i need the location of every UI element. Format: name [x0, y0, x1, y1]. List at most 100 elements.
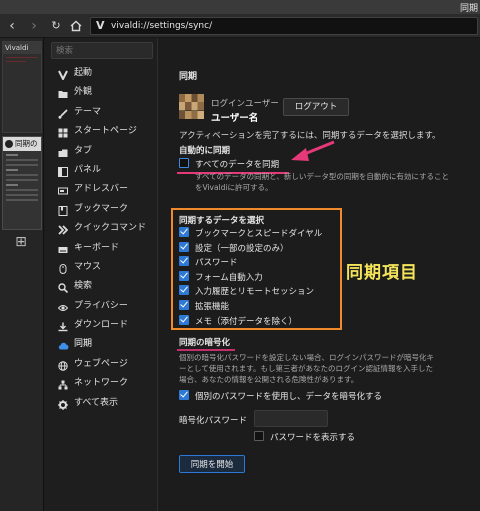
settings-category-list: 起動外観テーマスタートページ タブパネルアドレスバーブックマーククイックコマンドキ…	[44, 64, 158, 413]
add-tab-icon[interactable]: ⊞	[15, 235, 27, 249]
search-icon	[58, 282, 69, 294]
show-password-label: パスワードを表示する	[270, 433, 356, 443]
sidebar-item-label: キーボード	[74, 242, 120, 253]
sidebar-item[interactable]: プライバシー	[44, 297, 158, 316]
tab-thumbnail-sync[interactable]: 同期の	[2, 136, 42, 230]
encryption-password-label: 暗号化パスワード	[179, 416, 248, 426]
sidebar-item[interactable]: クイックコマンド	[44, 219, 158, 238]
pointer-arrow-icon	[291, 140, 335, 161]
sidebar-item-label: クイックコマンド	[74, 223, 147, 234]
sync-data-checkbox[interactable]	[179, 227, 189, 237]
tab-panel: Vivaldi 同期の ⊞	[0, 38, 44, 511]
sidebar-item-label: 同期	[74, 339, 93, 350]
sidebar-item[interactable]: タブ	[44, 142, 158, 161]
settings-sidebar: 起動外観テーマスタートページタブパネルアドレスバーブックマーククイックコマンドキ…	[44, 38, 158, 511]
forward-icon[interactable]: ›	[26, 17, 42, 35]
eye-icon	[57, 302, 69, 312]
sync-data-label: パスワード	[195, 258, 238, 269]
sync-data-checkbox[interactable]	[179, 270, 189, 281]
sync-settings-page: 同期 ログインユーザー ユーザー名 ログアウト アクティベーションを完了するには…	[158, 38, 480, 511]
encryption-underline	[177, 349, 235, 351]
sidebar-item-label: タブ	[74, 145, 93, 156]
logout-button[interactable]: ログアウト	[283, 98, 349, 116]
home-icon[interactable]	[68, 17, 84, 35]
separate-password-label: 個別のパスワードを使用し、データを暗号化する	[195, 392, 383, 402]
page-title: 同期	[179, 72, 198, 82]
sync-data-checkbox[interactable]	[179, 285, 189, 296]
sidebar-item-label: 検索	[74, 281, 93, 292]
network-icon	[58, 379, 68, 390]
sidebar-item[interactable]: スタートページ	[44, 122, 158, 141]
auto-sync-heading: 自動的に同期	[179, 146, 231, 156]
sidebar-item[interactable]: すべて表示	[44, 394, 158, 413]
mouse-icon	[58, 263, 68, 274]
panel-icon	[58, 166, 68, 177]
settings-search[interactable]	[51, 42, 153, 59]
globe-icon	[58, 360, 68, 371]
sidebar-item[interactable]: テーマ	[44, 103, 158, 122]
sidebar-item[interactable]: 外観	[44, 83, 158, 102]
sidebar-item[interactable]: ブックマーク	[44, 200, 158, 219]
address-bar-icon	[58, 185, 68, 195]
sidebar-item-label: プライバシー	[74, 300, 128, 311]
sync-all-label: すべてのデータを同期	[195, 160, 280, 170]
bookmark-icon	[58, 205, 68, 216]
keyboard-icon	[58, 244, 68, 254]
tab-thumbnail-vivaldi[interactable]: Vivaldi	[2, 41, 42, 133]
sync-all-description: すべてのデータの同期と、新しいデータ型の同期を自動的に有効にすること をVival…	[195, 172, 449, 192]
sync-data-checkbox[interactable]	[179, 300, 189, 310]
encryption-password-input[interactable]	[254, 410, 328, 427]
sidebar-item-label: ダウンロード	[74, 320, 129, 331]
start-sync-button[interactable]: 同期を開始	[179, 455, 245, 473]
tab-thumbnail-title: 同期の	[3, 137, 41, 151]
vivaldi-icon	[58, 69, 68, 82]
sync-data-label: 設定（一部の設定のみ）	[195, 243, 289, 254]
sidebar-item-label: テーマ	[74, 106, 102, 117]
sidebar-item[interactable]: 起動	[44, 64, 158, 83]
username: ユーザー名	[211, 113, 259, 124]
sidebar-item-label: 外観	[74, 87, 93, 98]
reload-icon[interactable]: ↻	[48, 17, 64, 35]
sync-data-checkbox[interactable]	[179, 314, 189, 325]
sidebar-item[interactable]: ダウンロード	[44, 316, 158, 335]
sidebar-item[interactable]: 同期	[44, 335, 158, 354]
sync-data-label: ブックマークとスピードダイヤル	[195, 229, 323, 239]
sidebar-item[interactable]: パネル	[44, 161, 158, 180]
sync-data-label: メモ（添付データを除く）	[195, 316, 298, 327]
tab-thumbnail-preview	[3, 57, 41, 62]
vivaldi-logo-icon: V	[96, 19, 105, 32]
url-text: vivaldi://settings/sync/	[111, 21, 213, 31]
sidebar-item[interactable]: ウェブページ	[44, 355, 158, 374]
separate-password-checkbox[interactable]	[179, 390, 189, 400]
sync-data-checkbox[interactable]	[179, 241, 189, 252]
sidebar-item-label: スタートページ	[74, 126, 137, 137]
settings-search-input[interactable]	[52, 43, 152, 58]
sidebar-item-label: すべて表示	[74, 397, 119, 408]
address-field[interactable]: V vivaldi://settings/sync/	[90, 17, 478, 35]
quick-command-icon	[58, 224, 69, 235]
sync-data-checkbox[interactable]	[179, 256, 189, 267]
back-icon[interactable]: ‹	[4, 17, 20, 35]
tab-icon	[58, 147, 68, 157]
sidebar-item[interactable]: 検索	[44, 277, 158, 296]
sidebar-item[interactable]: アドレスバー	[44, 180, 158, 199]
annotation-label: 同期項目	[346, 263, 418, 283]
sync-data-label: フォーム自動入力	[195, 272, 263, 283]
sync-data-label: 入力履歴とリモートセッション	[195, 287, 315, 298]
tab-thumbnail-title: Vivaldi	[3, 42, 41, 54]
sync-all-checkbox[interactable]	[179, 158, 189, 168]
sidebar-item[interactable]: ネットワーク	[44, 374, 158, 393]
sidebar-item[interactable]: キーボード	[44, 239, 158, 258]
tab-thumbnail-preview	[3, 154, 41, 201]
sidebar-item-label: ネットワーク	[74, 378, 129, 389]
brush-icon	[58, 108, 68, 119]
avatar	[179, 94, 204, 119]
sidebar-item-label: マウス	[74, 261, 102, 272]
show-password-checkbox[interactable]	[254, 431, 264, 441]
sidebar-item-label: ブックマーク	[74, 203, 129, 214]
sidebar-item[interactable]: マウス	[44, 258, 158, 277]
sidebar-item-label: パネル	[74, 164, 102, 175]
sidebar-item-label: ウェブページ	[74, 358, 128, 369]
navigation-bar: ‹ › ↻ V vivaldi://settings/sync/	[0, 14, 480, 38]
select-data-heading: 同期するデータを選択	[179, 216, 265, 226]
